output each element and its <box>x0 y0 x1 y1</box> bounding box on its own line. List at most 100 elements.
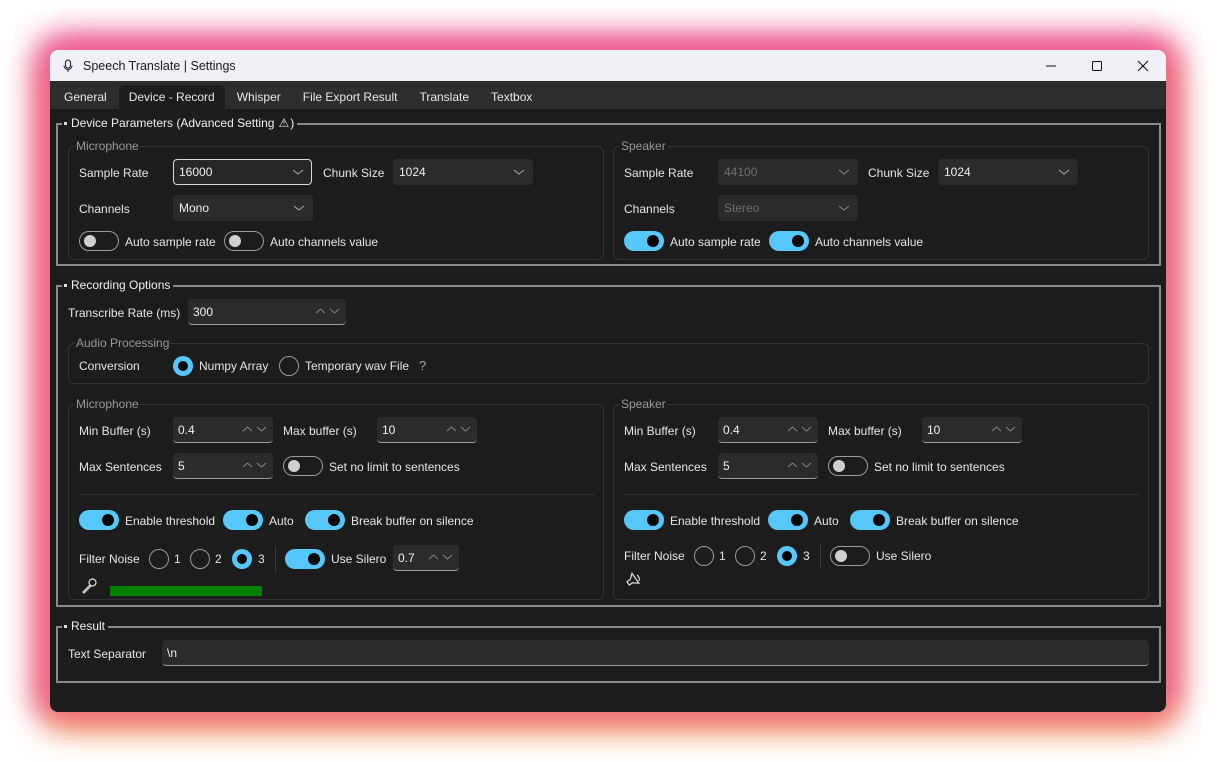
speaker-min-buffer-spinbox[interactable]: 0.4 <box>718 417 818 443</box>
mic-auto-channels-label: Auto channels value <box>270 235 379 249</box>
speaker-auto-channels-toggle[interactable] <box>769 231 809 251</box>
speaker-filter-noise-radio-1[interactable] <box>694 546 714 566</box>
mic-enable-threshold-label: Enable threshold <box>125 514 216 528</box>
speaker-use-silero-toggle[interactable] <box>830 546 870 566</box>
tab-translate[interactable]: Translate <box>409 85 479 109</box>
device-parameters-frame: Device Parameters (Advanced Setting ⚠ ) … <box>56 116 1161 266</box>
speaker-filter-noise-radio-3[interactable] <box>777 546 797 566</box>
speaker-auto-sample-rate-label: Auto sample rate <box>670 235 761 249</box>
minimize-button[interactable] <box>1028 50 1074 81</box>
tab-device-record[interactable]: Device - Record <box>118 85 225 109</box>
mic-use-silero-toggle[interactable] <box>285 549 325 569</box>
chevron-down-icon <box>838 205 850 211</box>
mic-min-buffer-spinbox[interactable]: 0.4 <box>173 417 273 443</box>
chevron-down-icon[interactable] <box>801 425 812 433</box>
chevron-down-icon[interactable] <box>1005 425 1016 433</box>
speaker-sample-rate-combobox[interactable]: 44100 <box>718 159 858 185</box>
mic-silero-spinbox[interactable]: 0.7 <box>393 545 459 571</box>
speaker-enable-threshold-toggle[interactable] <box>624 510 664 530</box>
mic-no-limit-toggle[interactable] <box>283 456 323 476</box>
help-icon[interactable]: ? <box>419 358 426 373</box>
mic-channels-combobox[interactable]: Mono <box>173 195 313 221</box>
chevron-down-icon[interactable] <box>460 425 471 433</box>
chevron-up-icon[interactable] <box>242 461 253 469</box>
speaker-max-buffer-label: Max buffer (s) <box>828 424 902 438</box>
separator <box>275 546 276 572</box>
chevron-down-icon[interactable] <box>801 461 812 469</box>
mic-auto-toggle[interactable] <box>223 510 263 530</box>
mic-filter-noise-radio-3[interactable] <box>232 549 252 569</box>
mic-chunk-size-label: Chunk Size <box>323 166 385 180</box>
speaker-auto-sample-rate-toggle[interactable] <box>624 231 664 251</box>
numpy-array-radio[interactable] <box>173 356 193 376</box>
warning-icon[interactable]: ⚠ <box>278 116 289 130</box>
chevron-down-icon <box>292 169 304 175</box>
device-speaker-group: Speaker Sample Rate 44100 Chunk Size 102… <box>613 139 1149 260</box>
speaker-no-limit-toggle[interactable] <box>828 456 868 476</box>
microphone-icon <box>80 577 98 595</box>
chevron-up-icon[interactable] <box>991 425 1002 433</box>
speaker-auto-toggle[interactable] <box>768 510 808 530</box>
speaker-max-sentences-spinbox[interactable]: 5 <box>718 453 818 479</box>
mic-filter-noise-label: Filter Noise <box>79 552 140 566</box>
speaker-min-buffer-label: Min Buffer (s) <box>624 424 696 438</box>
chevron-up-icon[interactable] <box>787 425 798 433</box>
mic-level-fill <box>110 586 262 596</box>
settings-window: Speech Translate | Settings General Devi… <box>50 50 1166 712</box>
speaker-max-sentences-label: Max Sentences <box>624 460 707 474</box>
tab-general[interactable]: General <box>54 85 117 109</box>
temporary-wav-radio[interactable] <box>279 356 299 376</box>
conversion-label: Conversion <box>79 359 140 373</box>
speaker-break-buffer-toggle[interactable] <box>850 510 890 530</box>
speaker-chunk-size-combobox[interactable]: 1024 <box>938 159 1078 185</box>
mic-auto-sample-rate-toggle[interactable] <box>79 231 119 251</box>
close-button[interactable] <box>1120 50 1166 81</box>
temporary-wav-label: Temporary wav File <box>305 359 410 373</box>
chevron-down-icon[interactable] <box>329 307 340 315</box>
tab-whisper[interactable]: Whisper <box>227 85 291 109</box>
mic-auto-channels-toggle[interactable] <box>224 231 264 251</box>
chevron-up-icon[interactable] <box>428 553 439 561</box>
separator <box>624 494 1139 495</box>
chevron-down-icon <box>513 169 525 175</box>
chevron-down-icon <box>838 169 850 175</box>
text-separator-input[interactable]: \n <box>162 640 1149 666</box>
chevron-up-icon[interactable] <box>446 425 457 433</box>
mic-max-sentences-spinbox[interactable]: 5 <box>173 453 273 479</box>
numpy-array-label: Numpy Array <box>199 359 269 373</box>
mic-chunk-size-combobox[interactable]: 1024 <box>393 159 533 185</box>
chevron-up-icon[interactable] <box>787 461 798 469</box>
speaker-channels-label: Channels <box>624 202 675 216</box>
chevron-down-icon[interactable] <box>256 461 267 469</box>
mic-level-bar <box>110 586 262 596</box>
tab-textbox[interactable]: Textbox <box>481 85 542 109</box>
chevron-up-icon[interactable] <box>242 425 253 433</box>
speaker-use-silero-label: Use Silero <box>876 549 932 563</box>
speaker-auto-channels-label: Auto channels value <box>815 235 924 249</box>
speaker-break-buffer-label: Break buffer on silence <box>896 514 1019 528</box>
maximize-icon <box>1092 60 1102 71</box>
audio-processing-group: Audio Processing Conversion Numpy Array … <box>68 336 1149 384</box>
speaker-filter-noise-radio-2[interactable] <box>735 546 755 566</box>
speaker-auto-label: Auto <box>814 514 839 528</box>
maximize-button[interactable] <box>1074 50 1120 81</box>
mic-no-limit-label: Set no limit to sentences <box>329 460 460 474</box>
speaker-sample-rate-label: Sample Rate <box>624 166 694 180</box>
tab-file-export-result[interactable]: File Export Result <box>293 85 408 109</box>
speaker-max-buffer-spinbox[interactable]: 10 <box>922 417 1022 443</box>
mic-filter-noise-radio-1[interactable] <box>149 549 169 569</box>
chevron-down-icon[interactable] <box>256 425 267 433</box>
mic-auto-sample-rate-label: Auto sample rate <box>125 235 216 249</box>
mic-sample-rate-combobox[interactable]: 16000 <box>173 159 312 185</box>
mic-enable-threshold-toggle[interactable] <box>79 510 119 530</box>
result-title: Result <box>62 619 109 633</box>
recording-options-frame: Recording Options Transcribe Rate (ms) 3… <box>56 278 1161 607</box>
mic-max-buffer-spinbox[interactable]: 10 <box>377 417 477 443</box>
speaker-channels-combobox[interactable]: Stereo <box>718 195 858 221</box>
chevron-down-icon[interactable] <box>442 553 453 561</box>
mic-filter-noise-radio-2[interactable] <box>190 549 210 569</box>
mic-sample-rate-label: Sample Rate <box>79 166 149 180</box>
transcribe-rate-spinbox[interactable]: 300 <box>188 299 346 325</box>
mic-break-buffer-toggle[interactable] <box>305 510 345 530</box>
chevron-up-icon[interactable] <box>315 307 326 315</box>
